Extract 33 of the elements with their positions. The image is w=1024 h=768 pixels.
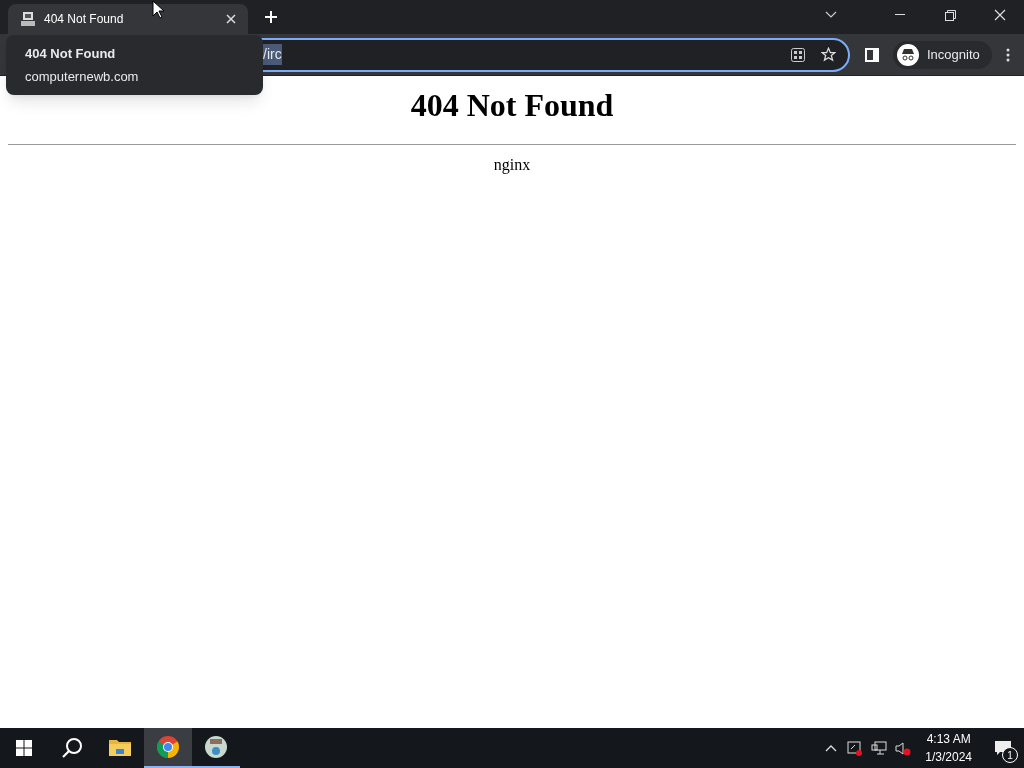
more-icon[interactable] — [1005, 47, 1010, 62]
profile-button[interactable]: Incognito — [893, 40, 992, 69]
taskbar-app[interactable] — [144, 728, 192, 768]
close-icon[interactable] — [226, 14, 236, 24]
browser-icon — [156, 735, 180, 759]
computer-icon — [20, 11, 36, 27]
chevron-up-icon[interactable] — [825, 744, 838, 752]
side-panel-icon[interactable] — [865, 47, 879, 62]
url-text: /irc — [263, 44, 282, 65]
chevron-down-icon[interactable] — [825, 11, 837, 19]
grid-icon[interactable] — [791, 47, 805, 62]
clock-time[interactable]: 4:13 AM — [926, 730, 971, 748]
tooltip-domain: computernewb.com — [25, 67, 140, 86]
tooltip-title: 404 Not Found — [25, 45, 117, 63]
page-heading: 404 Not Found — [410, 86, 614, 125]
restore-icon[interactable] — [945, 9, 956, 21]
network-icon[interactable] — [871, 740, 888, 756]
browser-tab[interactable]: 404 Not Found — [8, 4, 248, 34]
windows-start-icon[interactable] — [16, 740, 32, 756]
notification-count: 1 — [1002, 747, 1018, 763]
star-icon[interactable] — [821, 47, 836, 62]
muted-speaker-icon[interactable] — [895, 740, 912, 756]
server-name: nginx — [493, 155, 531, 176]
search-icon[interactable] — [61, 737, 83, 759]
notification-button[interactable]: 1 — [988, 733, 1018, 763]
tab-title: 404 Not Found — [44, 11, 125, 28]
close-icon[interactable] — [994, 9, 1006, 21]
clock-date[interactable]: 1/3/2024 — [925, 748, 972, 766]
folder-icon — [108, 737, 132, 757]
incognito-icon — [897, 43, 919, 66]
minimize-icon[interactable] — [895, 14, 905, 16]
new-tab-icon[interactable] — [264, 10, 278, 24]
cursor-icon — [152, 0, 164, 19]
